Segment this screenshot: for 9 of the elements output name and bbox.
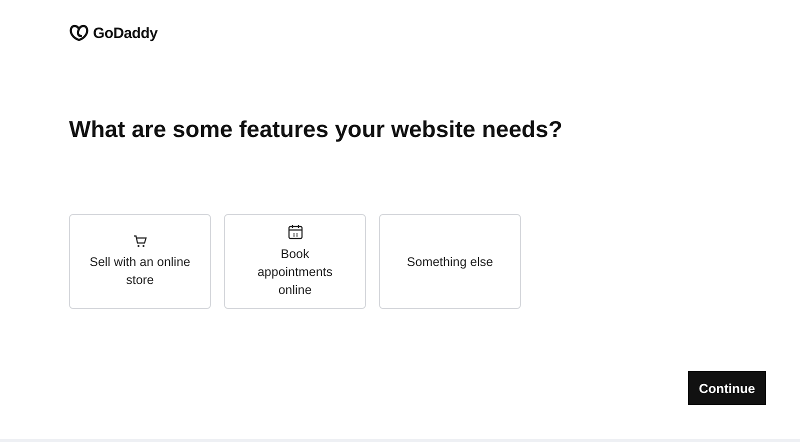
calendar-icon — [288, 224, 302, 240]
option-card[interactable]: Something else — [379, 214, 521, 309]
logo-text: GoDaddy — [93, 24, 158, 42]
continue-button[interactable]: Continue — [688, 371, 766, 405]
option-card[interactable]: Book appointments online — [224, 214, 366, 309]
option-card[interactable]: Sell with an online store — [69, 214, 211, 309]
logo-icon — [69, 24, 89, 42]
page-heading: What are some features your website needs? — [69, 115, 564, 144]
cart-icon — [133, 234, 147, 248]
